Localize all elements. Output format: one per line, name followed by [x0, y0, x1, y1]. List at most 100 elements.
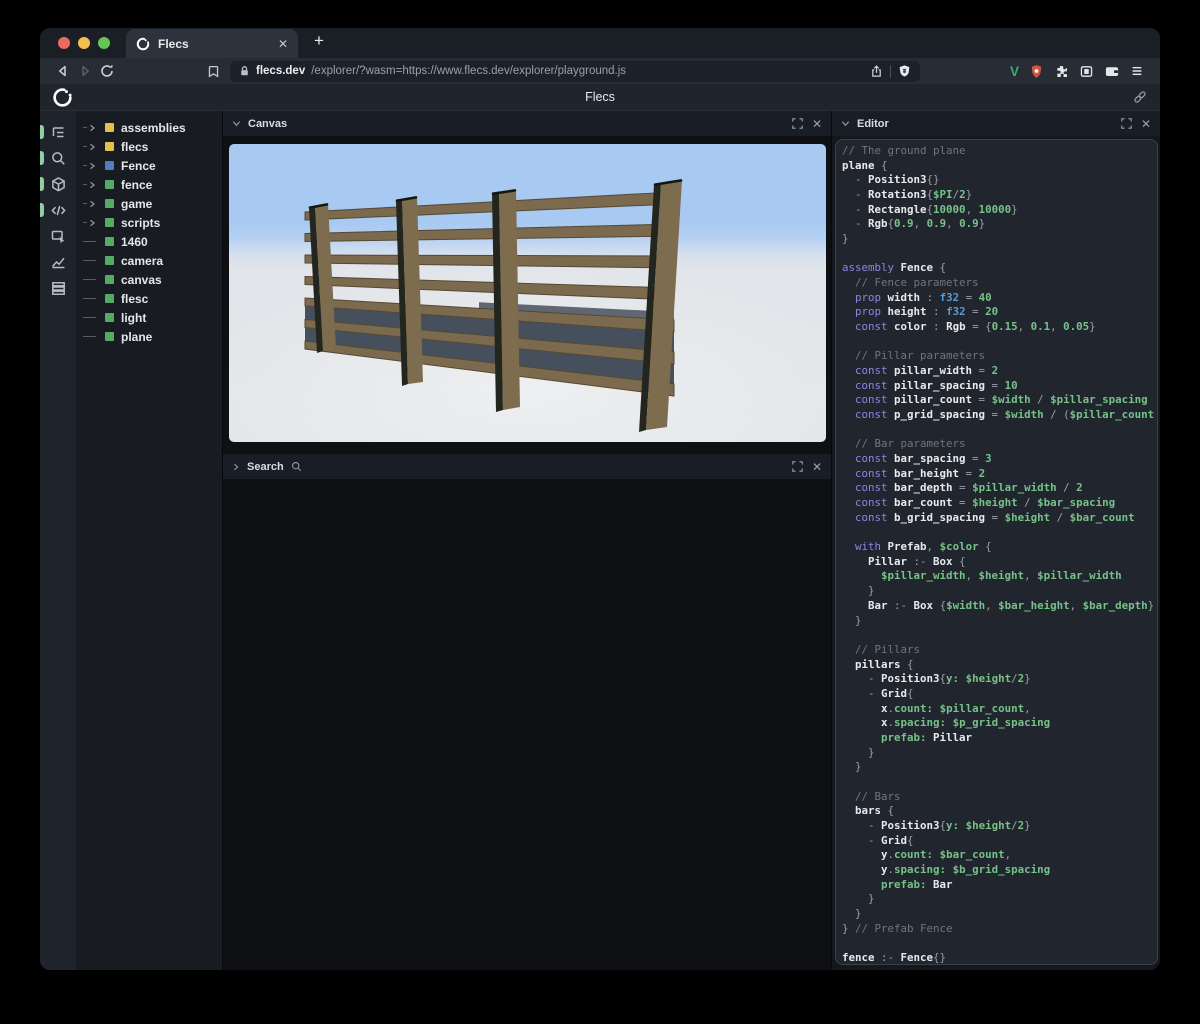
- chevron-down-icon[interactable]: [841, 119, 850, 128]
- tree-item-scripts[interactable]: scripts: [76, 213, 222, 232]
- page-title: Flecs: [40, 90, 1160, 104]
- adguard-extension-icon[interactable]: [1029, 64, 1044, 79]
- tree-item-label: game: [121, 197, 152, 211]
- tree-item-fence[interactable]: fence: [76, 175, 222, 194]
- tree-item-Fence[interactable]: Fence: [76, 156, 222, 175]
- tree-item-canvas[interactable]: canvas: [76, 270, 222, 289]
- code-line: Bar :- Box {$width, $bar_height, $bar_de…: [842, 599, 1157, 614]
- active-indicator: [40, 151, 44, 165]
- tree-item-camera[interactable]: camera: [76, 251, 222, 270]
- code-line: Pillar :- Box {: [842, 555, 1157, 570]
- fullscreen-icon[interactable]: [1121, 118, 1132, 129]
- close-panel-icon[interactable]: ✕: [812, 118, 822, 130]
- entity-color-swatch: [105, 294, 114, 303]
- stack-icon[interactable]: [40, 275, 76, 301]
- expand-chevron-icon[interactable]: [83, 219, 105, 227]
- entity-color-swatch: [105, 123, 114, 132]
- active-indicator: [40, 177, 44, 191]
- search-icon[interactable]: [40, 145, 76, 171]
- chevron-down-icon[interactable]: [232, 119, 241, 128]
- editor-panel-title: Editor: [857, 118, 889, 130]
- tree-item-flecs[interactable]: flecs: [76, 137, 222, 156]
- active-indicator: [40, 125, 44, 139]
- code-editor[interactable]: // The ground planeplane { - Position3{}…: [835, 139, 1158, 965]
- code-line: x.count: $pillar_count,: [842, 702, 1157, 717]
- wallet-icon[interactable]: [1104, 64, 1120, 79]
- chart-icon[interactable]: [40, 249, 76, 275]
- forward-button[interactable]: [74, 63, 96, 79]
- icon-sidebar: [40, 111, 76, 970]
- minimize-window-button[interactable]: [78, 37, 90, 49]
- reload-button[interactable]: [96, 63, 118, 79]
- code-line: // Pillars: [842, 643, 1157, 658]
- code-line: [842, 775, 1157, 790]
- url-host: flecs.dev: [256, 65, 305, 77]
- expand-chevron-icon[interactable]: [83, 162, 105, 170]
- canvas-3d-viewport[interactable]: [229, 144, 826, 442]
- code-line: const color : Rgb = {0.15, 0.1, 0.05}: [842, 320, 1157, 335]
- tree-item-game[interactable]: game: [76, 194, 222, 213]
- code-line: assembly Fence {: [842, 261, 1157, 276]
- window-cursor-icon[interactable]: [40, 223, 76, 249]
- bookmarks-icon[interactable]: [202, 64, 224, 79]
- share-icon[interactable]: [870, 64, 883, 78]
- entity-color-swatch: [105, 313, 114, 322]
- expand-chevron-icon[interactable]: [83, 200, 105, 208]
- tree-item-flesc[interactable]: flesc: [76, 289, 222, 308]
- tree-item-plane[interactable]: plane: [76, 327, 222, 346]
- canvas-panel-header: Canvas ✕: [223, 111, 831, 136]
- tree-item-label: plane: [121, 330, 152, 344]
- expand-chevron-icon[interactable]: [83, 124, 105, 132]
- close-window-button[interactable]: [58, 37, 70, 49]
- close-panel-icon[interactable]: ✕: [1141, 118, 1151, 130]
- new-tab-button[interactable]: +: [314, 31, 324, 58]
- code-line: const b_grid_spacing = $height / $bar_co…: [842, 511, 1157, 526]
- extensions-puzzle-icon[interactable]: [1054, 64, 1069, 79]
- tree-item-light[interactable]: light: [76, 308, 222, 327]
- browser-toolbar: flecs.dev/explorer/?wasm=https://www.fle…: [40, 58, 1160, 84]
- address-bar[interactable]: flecs.dev/explorer/?wasm=https://www.fle…: [230, 61, 920, 82]
- code-line: - Grid{: [842, 687, 1157, 702]
- tree-item-1460[interactable]: 1460: [76, 232, 222, 251]
- entity-color-swatch: [105, 199, 114, 208]
- code-line: [842, 525, 1157, 540]
- tab-title: Flecs: [158, 37, 189, 51]
- browser-tab[interactable]: Flecs ✕: [126, 29, 298, 58]
- brave-shield-icon[interactable]: [898, 64, 911, 78]
- code-line: x.spacing: $p_grid_spacing: [842, 716, 1157, 731]
- code-line: // The ground plane: [842, 144, 1157, 159]
- cube-icon[interactable]: [40, 171, 76, 197]
- tree-connector: [83, 279, 105, 280]
- code-line: // Pillar parameters: [842, 349, 1157, 364]
- zoom-window-button[interactable]: [98, 37, 110, 49]
- back-button[interactable]: [52, 63, 74, 79]
- tab-close-icon[interactable]: ✕: [278, 37, 288, 51]
- code-line: // Fence parameters: [842, 276, 1157, 291]
- fullscreen-icon[interactable]: [792, 461, 803, 472]
- editor-panel-header: Editor ✕: [832, 111, 1160, 136]
- chevron-right-icon[interactable]: [232, 463, 240, 471]
- editor-panel: Editor ✕ // The ground planeplane { - Po…: [832, 111, 1160, 970]
- code-line: pillars {: [842, 658, 1157, 673]
- tree-view-icon[interactable]: [40, 119, 76, 145]
- expand-chevron-icon[interactable]: [83, 143, 105, 151]
- code-line: }: [842, 907, 1157, 922]
- code-line: prefab: Pillar: [842, 731, 1157, 746]
- tree-item-label: flecs: [121, 140, 148, 154]
- entity-color-swatch: [105, 142, 114, 151]
- close-panel-icon[interactable]: ✕: [812, 461, 822, 473]
- sidebar-toggle-icon[interactable]: [1079, 64, 1094, 79]
- fullscreen-icon[interactable]: [792, 118, 803, 129]
- tree-item-label: flesc: [121, 292, 148, 306]
- code-line: - Grid{: [842, 834, 1157, 849]
- menu-icon[interactable]: [1130, 64, 1144, 78]
- code-icon[interactable]: [40, 197, 76, 223]
- code-line: - Position3{}: [842, 173, 1157, 188]
- code-line: // Bar parameters: [842, 437, 1157, 452]
- tree-item-assemblies[interactable]: assemblies: [76, 118, 222, 137]
- code-line: [842, 628, 1157, 643]
- code-line: $pillar_width, $height, $pillar_width: [842, 569, 1157, 584]
- v-extension-icon[interactable]: V: [1010, 64, 1019, 79]
- expand-chevron-icon[interactable]: [83, 181, 105, 189]
- code-line: const p_grid_spacing = $width / ($pillar…: [842, 408, 1157, 423]
